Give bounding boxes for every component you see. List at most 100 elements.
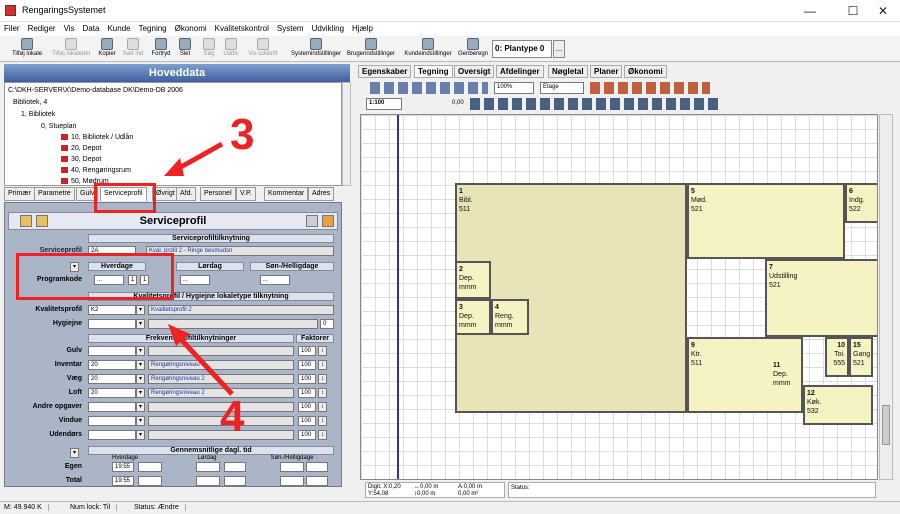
faktor-field[interactable]: 100 — [298, 360, 316, 370]
room-7[interactable]: 7 Udstilling 521 — [765, 259, 877, 337]
menu-filer[interactable]: Filer — [0, 22, 24, 35]
scroll-thumb[interactable] — [882, 405, 890, 445]
minimize-button[interactable]: — — [795, 3, 825, 19]
calculator-icon[interactable] — [306, 215, 318, 227]
tools-icon[interactable] — [322, 215, 334, 227]
menu-hjaelp[interactable]: Hjælp — [348, 22, 377, 35]
faktor-field[interactable]: 100 — [298, 416, 316, 426]
room-2[interactable]: 2 Dep. mmm — [455, 261, 491, 299]
frekvens-dropdown[interactable]: ▾ — [136, 346, 145, 356]
frekvens-select[interactable] — [88, 346, 136, 356]
tree-scrollbar[interactable] — [342, 82, 351, 186]
menu-tegning[interactable]: Tegning — [135, 22, 171, 35]
layer-tools-icons[interactable] — [470, 98, 720, 110]
menu-kunde[interactable]: Kunde — [103, 22, 134, 35]
faktor-spinner[interactable]: ↕ — [318, 430, 327, 440]
customer-settings-button[interactable]: Kundeindstillinger — [404, 38, 452, 58]
tab-primaer[interactable]: Primær — [4, 187, 35, 201]
tab-nogletal[interactable]: Nøgletal — [548, 65, 588, 78]
frekvens-select[interactable] — [88, 402, 136, 412]
user-settings-button[interactable]: Brugerindstillinger — [346, 38, 396, 58]
tab-oversigt[interactable]: Oversigt — [454, 65, 495, 78]
menu-udvikling[interactable]: Udvikling — [308, 22, 348, 35]
floor-plan-canvas[interactable]: 1 Bibl. 511 5 Mød. 521 6 Indg. 522 2 Dep. mmm 3D… — [360, 114, 878, 480]
kvalitetsprofil-dropdown[interactable]: ▾ — [136, 305, 145, 315]
tab-adresse[interactable]: Adres — [308, 187, 335, 201]
frekvens-dropdown[interactable]: ▾ — [136, 388, 145, 398]
faktor-spinner[interactable]: ↕ — [318, 374, 327, 384]
faktor-spinner[interactable]: ↕ — [318, 346, 327, 356]
tab-tegning[interactable]: Tegning — [414, 65, 453, 78]
recalculate-button[interactable]: Genberegn — [456, 38, 490, 58]
room-10[interactable]: 10 Toi. 555 — [825, 337, 849, 377]
frekvens-dropdown[interactable]: ▾ — [136, 430, 145, 440]
frekvens-dropdown[interactable]: ▾ — [136, 402, 145, 412]
add-roompart-button[interactable]: Tilføj lokaledel — [48, 38, 94, 58]
faktor-field[interactable]: 100 — [298, 346, 316, 356]
faktor-field[interactable]: 100 — [298, 430, 316, 440]
plantype-field[interactable]: 0: Plantype 0 — [492, 40, 552, 58]
plantype-browse-button[interactable]: ... — [553, 40, 565, 58]
edit-icon[interactable] — [36, 215, 48, 227]
close-button[interactable]: ✕ — [868, 3, 898, 19]
tab-egenskaber[interactable]: Egenskaber — [358, 65, 412, 78]
copy-button[interactable]: Kopier — [96, 38, 118, 58]
canvas-scrollbar[interactable] — [879, 114, 893, 480]
drawing-tools-icons-2[interactable] — [590, 82, 710, 94]
tree-root[interactable]: C:\DKH-SERVER\X\Demo-database DK\Demo-DB… — [8, 87, 183, 94]
tree-node[interactable]: 0, Stueplan — [41, 123, 76, 130]
hygiejne-number[interactable]: 0 — [320, 319, 334, 329]
tree-node[interactable]: 20, Depot — [61, 145, 101, 152]
kvalitetsprofil-select[interactable]: K2 — [88, 305, 136, 315]
hygiejne-select[interactable] — [88, 319, 136, 329]
room-3[interactable]: 3 Dep. mmm — [455, 299, 491, 335]
paste-button[interactable]: Sæt ind — [120, 38, 146, 58]
tab-okonomi[interactable]: Økonomi — [624, 65, 667, 78]
menu-okonomi[interactable]: Økonomi — [171, 22, 211, 35]
room-12[interactable]: 12 Køk. 532 — [803, 385, 873, 425]
frekvens-select[interactable] — [88, 430, 136, 440]
delete-button[interactable]: Slet — [176, 38, 194, 58]
expand-button[interactable]: Uddiv — [220, 38, 242, 58]
room-4[interactable]: 4 Reng. mmm — [491, 299, 529, 335]
faktor-field[interactable]: 100 — [298, 402, 316, 412]
room-5[interactable]: 5 Mød. 521 — [687, 183, 845, 259]
tab-afdelinger[interactable]: Afdelinger — [496, 65, 544, 78]
faktor-field[interactable]: 100 — [298, 374, 316, 384]
room-11[interactable]: 11 Dep. mmm — [771, 359, 803, 397]
frekvens-dropdown[interactable]: ▾ — [136, 416, 145, 426]
menu-rediger[interactable]: Rediger — [24, 22, 60, 35]
faktor-spinner[interactable]: ↕ — [318, 402, 327, 412]
tab-kommentar[interactable]: Kommentar — [264, 187, 309, 201]
tab-planer[interactable]: Planer — [590, 65, 623, 78]
faktor-spinner[interactable]: ↕ — [318, 360, 327, 370]
menu-system[interactable]: System — [273, 22, 308, 35]
faktor-spinner[interactable]: ↕ — [318, 388, 327, 398]
frekvens-select[interactable]: 20 — [88, 388, 136, 398]
tree-node-selected[interactable]: 10, Bibliotek / Udlån — [61, 134, 133, 141]
maximize-button[interactable]: ☐ — [838, 3, 868, 19]
menu-data[interactable]: Data — [79, 22, 104, 35]
add-room-button[interactable]: Tilføj lokale — [8, 38, 46, 58]
frekvens-select[interactable]: 20 — [88, 374, 136, 384]
tab-parametre[interactable]: Parametre — [34, 187, 75, 201]
room-6[interactable]: 6 Indg. 522 — [845, 183, 877, 223]
scale-select[interactable]: 1:100 — [366, 98, 402, 110]
faktor-spinner[interactable]: ↕ — [318, 416, 327, 426]
room-15[interactable]: 15 Gang 521 — [849, 337, 873, 377]
drawing-tools-icons[interactable] — [370, 82, 488, 94]
tree-node[interactable]: 30, Depot — [61, 156, 101, 163]
undo-button[interactable]: Fortryd — [148, 38, 174, 58]
tree-node[interactable]: Bibliotek, 4 — [13, 99, 47, 106]
tree-node[interactable]: 40, Rengøringsrum — [61, 167, 131, 174]
menu-kvalitetskontrol[interactable]: Kvalitetskontrol — [211, 22, 273, 35]
zoom-select[interactable]: 100% — [494, 82, 534, 94]
frekvens-dropdown[interactable]: ▾ — [136, 374, 145, 384]
print-preview-button[interactable]: Vis udskrift — [244, 38, 282, 58]
open-icon[interactable] — [20, 215, 32, 227]
layer-select[interactable]: Etage — [540, 82, 584, 94]
frekvens-select[interactable]: 20 — [88, 360, 136, 370]
menu-vis[interactable]: Vis — [60, 22, 79, 35]
search-button[interactable]: Søg — [200, 38, 218, 58]
frekvens-select[interactable] — [88, 416, 136, 426]
